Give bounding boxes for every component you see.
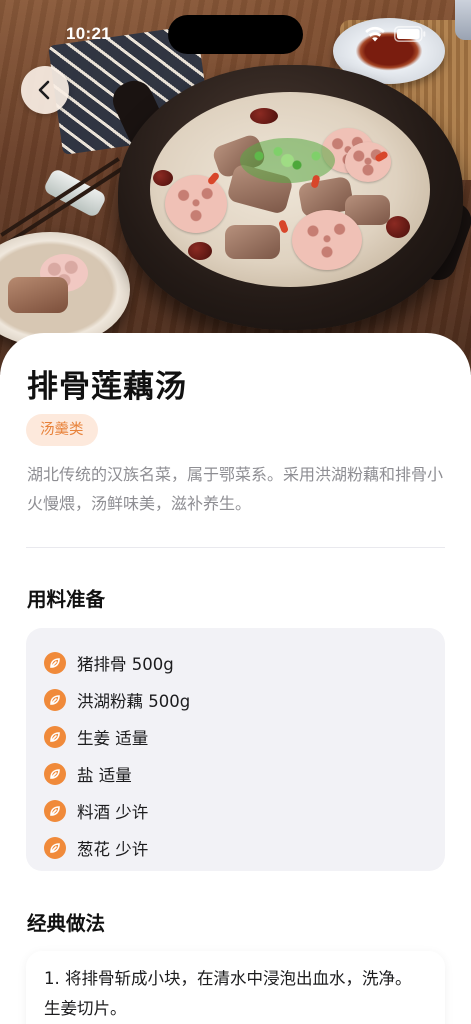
category-tag: 汤羹类: [26, 414, 98, 446]
leaf-icon: [44, 651, 66, 674]
red-date: [386, 216, 410, 238]
lotus-slice: [345, 142, 391, 182]
battery-icon: [394, 26, 426, 42]
ingredient-label: 料酒 少许: [77, 802, 149, 822]
divider: [26, 547, 445, 548]
rib-piece: [8, 277, 68, 313]
leaf-icon: [44, 725, 66, 748]
red-date: [188, 242, 212, 260]
dynamic-island: [168, 15, 303, 54]
ingredient-label: 生姜 适量: [77, 728, 149, 748]
ingredient-item: 生姜 适量: [26, 718, 445, 755]
lotus-slice: [165, 175, 227, 233]
leaf-icon: [44, 762, 66, 785]
leaf-icon: [44, 836, 66, 859]
red-date: [153, 170, 173, 186]
ingredients-list: 猪排骨 500g 洪湖粉藕 500g 生姜 适量 盐 适量 料酒 少许 葱花 少…: [26, 628, 445, 871]
status-time: 10:21: [66, 24, 111, 43]
back-button[interactable]: [21, 66, 69, 114]
red-date: [250, 108, 278, 124]
ingredient-item: 盐 适量: [26, 755, 445, 792]
cup: [455, 0, 471, 40]
wifi-icon: [365, 26, 385, 42]
rib-piece: [225, 225, 280, 259]
lotus-slice: [292, 210, 362, 270]
leaf-icon: [44, 799, 66, 822]
recipe-detail-sheet: 排骨莲藕汤 汤羹类 湖北传统的汉族名菜，属于鄂菜系。采用洪湖粉藕和排骨小火慢煨，…: [0, 333, 471, 1024]
method-step-text: 1. 将排骨斩成小块，在清水中浸泡出血水，洗净。生姜切片。: [44, 969, 412, 1018]
ingredient-item: 葱花 少许: [26, 829, 445, 866]
ingredient-item: 洪湖粉藕 500g: [26, 681, 445, 718]
recipe-title: 排骨莲藕汤: [27, 369, 187, 405]
chevron-left-icon: [38, 80, 50, 100]
ingredient-label: 葱花 少许: [77, 839, 149, 859]
method-step-card: 1. 将排骨斩成小块，在清水中浸泡出血水，洗净。生姜切片。: [26, 951, 445, 1024]
scallion-garnish: [240, 138, 335, 183]
recipe-description: 湖北传统的汉族名菜，属于鄂菜系。采用洪湖粉藕和排骨小火慢煨，汤鲜味美，滋补养生。: [27, 465, 444, 513]
ingredient-label: 洪湖粉藕 500g: [77, 691, 191, 711]
ingredients-heading: 用料准备: [27, 588, 106, 611]
hero-photo: [0, 0, 471, 375]
leaf-icon: [44, 688, 66, 711]
method-heading: 经典做法: [27, 912, 106, 935]
ingredient-item: 料酒 少许: [26, 792, 445, 829]
ingredient-item: 猪排骨 500g: [26, 644, 445, 681]
ingredient-label: 猪排骨 500g: [77, 654, 174, 674]
ingredient-label: 盐 适量: [77, 765, 132, 785]
